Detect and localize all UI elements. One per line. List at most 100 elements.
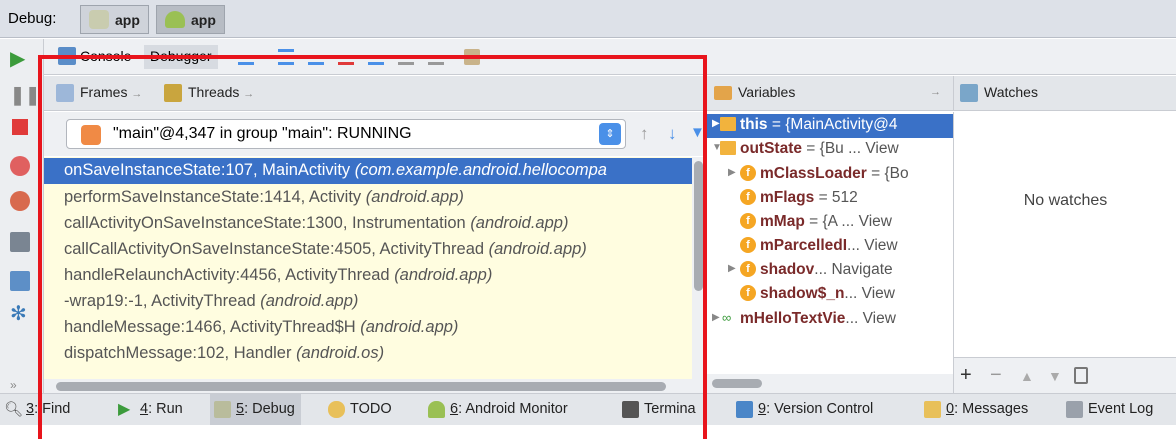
tool-find[interactable]: 🔍︎ 3: Find [4,401,71,418]
evaluate-expression-icon[interactable] [464,49,480,65]
scroll-thumb[interactable] [56,382,666,391]
variable-row[interactable]: ▶ f shadov... Navigate [706,259,953,283]
move-down-icon[interactable]: ▼ [1048,368,1062,384]
variable-row[interactable]: ▶ ∞ mHelloTextVie... View [706,308,953,332]
remove-watch-icon[interactable]: − [990,364,1002,387]
frame-row[interactable]: -wrap19:-1, ActivityThread (android.app) [44,289,692,315]
restore-layout-icon[interactable] [10,271,30,291]
resume-program-icon[interactable]: ▶ [10,49,30,69]
show-execution-point-icon[interactable] [238,49,254,65]
frame-package: (android.app) [470,214,569,232]
tab-debugger[interactable]: Debugger [144,45,218,69]
scroll-thumb[interactable] [694,161,703,291]
frames-list[interactable]: onSaveInstanceState:107, MainActivity (c… [44,157,692,379]
step-out-icon[interactable] [368,49,384,65]
run-to-cursor-icon[interactable] [428,49,444,65]
step-into-icon[interactable] [308,49,324,65]
thread-selector-value: "main"@4,347 in group "main": RUNNING [113,125,412,142]
tool-event-log[interactable]: Event Log [1066,401,1153,418]
add-watch-icon[interactable]: + [960,364,972,387]
variable-name: mHelloTextVie [740,310,846,327]
debug-tab-app-2[interactable]: app [156,5,225,34]
field-icon: f [740,261,756,277]
frame-row[interactable]: performSaveInstanceState:1414, Activity … [44,185,692,211]
filter-icon[interactable]: ▼ [690,124,705,141]
no-watches-text: No watches [1023,192,1108,209]
frame-row[interactable]: handleMessage:1466, ActivityThread$H (an… [44,315,692,341]
frames-vertical-scrollbar[interactable] [692,157,705,379]
event-log-icon [1066,401,1083,418]
pause-icon[interactable]: ❚❚ [10,85,40,105]
tab-console[interactable]: Console [52,45,137,69]
scroll-thumb[interactable] [712,379,762,388]
tab-threads[interactable]: Threads → [164,84,254,102]
force-step-into-icon[interactable] [338,49,354,65]
variable-value: ... View [845,310,896,327]
step-over-icon[interactable] [278,49,294,65]
field-icon: f [740,237,756,253]
frame-method: handleMessage:1466, ActivityThread$H [64,318,361,336]
variable-value: ... Navigate [814,261,893,278]
frame-package: (android.app) [394,266,493,284]
frame-method: handleRelaunchActivity:4456, ActivityThr… [64,266,395,284]
variable-row[interactable]: f mMap = {A ... View [706,211,953,235]
frame-row[interactable]: callCallActivityOnSaveInstanceState:4505… [44,237,692,263]
debug-tab-app-1[interactable]: app [80,5,149,34]
view-breakpoints-icon[interactable] [10,156,30,176]
threads-icon [164,84,182,102]
stop-icon[interactable] [12,119,28,135]
pin-icon[interactable]: → [930,86,941,98]
variable-row[interactable]: f shadow$_n... View [706,283,953,307]
copy-icon[interactable] [1074,367,1088,384]
tool-android-monitor[interactable]: 6: Android Monitor [428,401,568,418]
camera-icon[interactable] [10,232,30,252]
frame-method: -wrap19:-1, ActivityThread [64,292,261,310]
variables-title-label: Variables [738,84,796,100]
frame-package: (android.app) [260,292,359,310]
tool-label: : Debug [244,401,295,417]
messages-icon [924,401,941,418]
variables-horizontal-scrollbar[interactable] [705,374,953,393]
tab-frames[interactable]: Frames → [56,84,142,102]
bug-icon [214,401,231,418]
chevron-updown-icon: ⇕ [599,123,621,145]
frames-panel-header: Frames → Threads → [44,76,705,111]
variables-tree[interactable]: ▶ this = {MainActivity@4 ▼ outState = {B… [705,112,953,374]
frames-horizontal-scrollbar[interactable] [44,379,705,393]
move-up-icon[interactable]: ▲ [1020,368,1034,384]
variable-value: = {Bo [866,165,909,182]
tool-version-control[interactable]: 9: Version Control [736,401,873,418]
variable-row[interactable]: f mParcelledI... View [706,235,953,259]
tool-terminal[interactable]: Termina [622,401,696,418]
settings-icon[interactable]: ✻ [10,304,30,324]
variable-row[interactable]: ▶ this = {MainActivity@4 [706,114,953,138]
variable-row[interactable]: f mFlags = 512 [706,187,953,211]
frame-row[interactable]: onSaveInstanceState:107, MainActivity (c… [44,158,692,184]
mute-breakpoints-icon[interactable] [10,191,30,211]
watches-title-label: Watches [984,84,1038,100]
frame-row[interactable]: handleRelaunchActivity:4456, ActivityThr… [44,263,692,289]
tool-messages[interactable]: 0: Messages [924,401,1028,418]
tool-label: : Find [34,401,71,417]
frame-row[interactable]: callActivityOnSaveInstanceState:1300, In… [44,211,692,237]
variable-value: = {Bu ... View [802,140,899,157]
drop-frame-icon[interactable] [398,49,414,65]
tool-run[interactable]: ▶ 4: Run [118,401,183,418]
frame-row[interactable]: dispatchMessage:102, Handler (android.os… [44,341,692,367]
tool-label: TODO [350,401,392,417]
variables-icon [714,86,732,100]
next-frame-icon[interactable]: ↓ [668,124,677,144]
previous-frame-icon[interactable]: ↑ [640,124,649,144]
tool-todo[interactable]: TODO [328,401,392,418]
run-icon: ▶ [118,401,131,418]
local-variable-icon [720,141,736,155]
more-icon[interactable]: » [10,375,30,395]
window-bottom-edge [0,425,1176,439]
variable-row[interactable]: ▶ f mClassLoader = {Bo [706,163,953,187]
variable-name: mParcelledI [760,237,848,254]
variable-row[interactable]: ▼ outState = {Bu ... View [706,138,953,162]
watches-list[interactable]: No watches [953,112,1176,357]
thread-selector-dropdown[interactable]: "main"@4,347 in group "main": RUNNING ⇕ [66,119,626,149]
tool-debug[interactable]: 5: Debug [210,394,301,425]
console-icon [58,47,76,65]
